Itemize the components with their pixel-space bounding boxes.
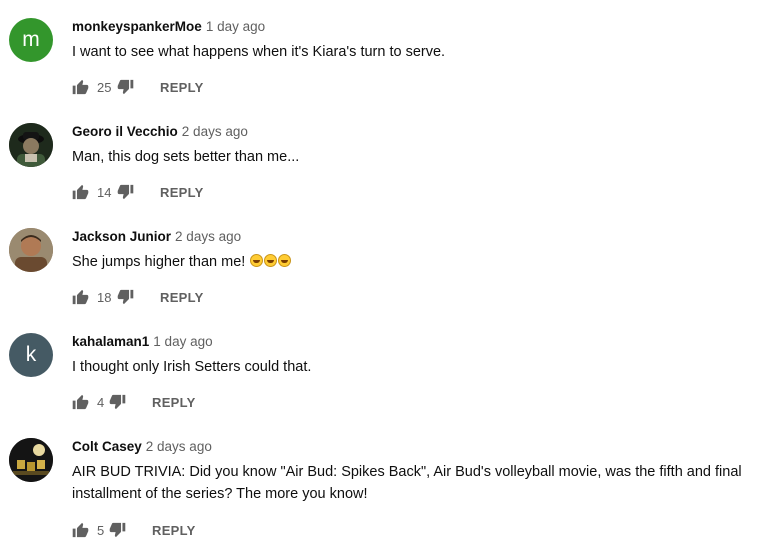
like-count: 18 [97,289,112,305]
avatar-photo [9,228,53,272]
avatar[interactable] [9,123,53,167]
avatar-photo [9,438,53,482]
comment-text: I want to see what happens when it's Kia… [72,44,446,60]
comment-text-row: She jumps higher than me! [72,251,749,273]
comment-time[interactable]: 2 days ago [146,439,212,454]
laughing-emoji-icon [278,254,292,267]
avatar-letter: m [22,28,40,51]
reply-button[interactable]: REPLY [160,185,204,200]
comment-author[interactable]: Colt Casey [72,439,142,454]
comment-text: AIR BUD TRIVIA: Did you know "Air Bud: S… [72,464,742,502]
reply-button[interactable]: REPLY [152,523,196,538]
comment-text: She jumps higher than me! [72,254,246,270]
thumb-up-icon[interactable] [72,289,89,305]
avatar[interactable] [9,438,53,482]
comment-time[interactable]: 2 days ago [175,229,241,244]
avatar-photo [9,123,53,167]
comment-author[interactable]: monkeyspankerMoe [72,19,202,34]
thumb-up-icon[interactable] [72,522,89,538]
avatar[interactable]: k [9,333,53,377]
thumb-down-icon[interactable] [117,79,134,95]
thumb-down-icon[interactable] [109,394,126,410]
laughing-emoji-icon [250,254,264,267]
like-count: 25 [97,79,112,95]
avatar[interactable]: m [9,18,53,62]
comment-text: I thought only Irish Setters could that. [72,359,312,375]
thumb-up-icon[interactable] [72,394,89,410]
reply-button[interactable]: REPLY [160,80,204,95]
laughing-emoji-icon [264,254,278,267]
thumb-down-icon[interactable] [109,522,126,538]
comment-time[interactable]: 2 days ago [182,124,248,139]
like-count: 14 [97,184,112,200]
reply-button[interactable]: REPLY [152,395,196,410]
thumb-down-icon[interactable] [117,184,134,200]
reply-button[interactable]: REPLY [160,290,204,305]
avatar-letter: k [25,343,37,366]
comment-author[interactable]: Jackson Junior [72,229,171,244]
thumb-down-icon[interactable] [117,289,134,305]
thumb-up-icon[interactable] [72,79,89,95]
comment-time[interactable]: 1 day ago [153,334,212,349]
avatar[interactable] [9,228,53,272]
comments-section: m monkeyspankerMoe 1 day ago I want to se… [0,0,759,551]
comment-author[interactable]: Georo il Vecchio [72,124,178,139]
thumb-up-icon[interactable] [72,184,89,200]
comment-text: Man, this dog sets better than me... [72,149,300,165]
comment-time[interactable]: 1 day ago [206,19,265,34]
comment-author[interactable]: kahalaman1 [72,334,149,349]
